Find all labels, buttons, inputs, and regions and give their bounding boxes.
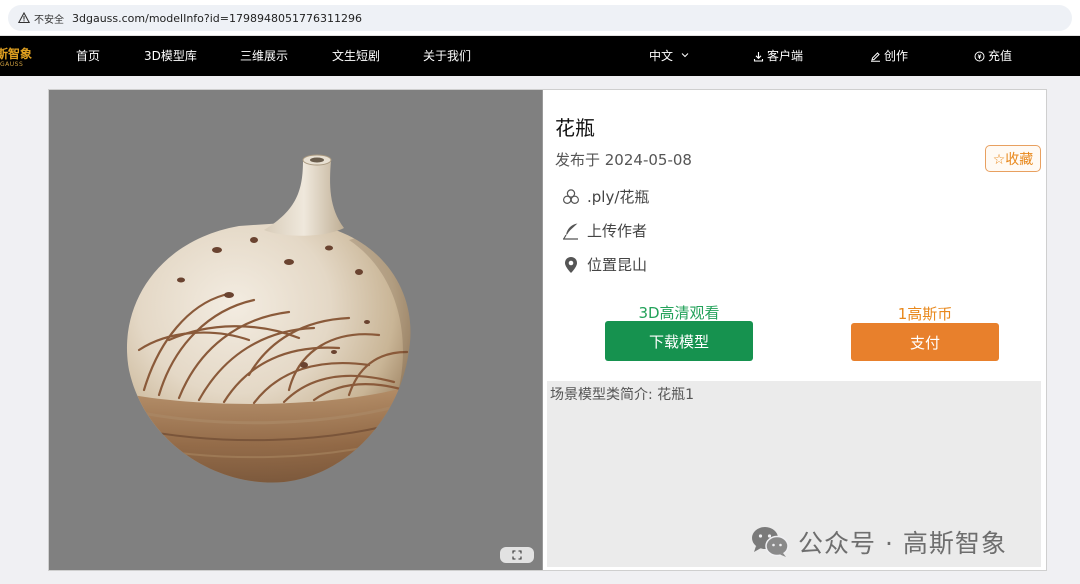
- top-nav: 斯智象 GAUSS 首页 3D模型库 三维展示 文生短剧 关于我们 中文 客户端…: [0, 36, 1080, 76]
- recharge-icon: [974, 51, 985, 62]
- language-selector[interactable]: 中文: [649, 36, 693, 76]
- nav-item-3d-display[interactable]: 三维展示: [240, 36, 288, 76]
- create-link[interactable]: 创作: [870, 36, 908, 76]
- client-label: 客户端: [767, 49, 804, 63]
- location-row: 位置昆山: [561, 254, 647, 275]
- favorite-button[interactable]: ☆收藏: [985, 145, 1041, 172]
- format-icon: [561, 187, 581, 207]
- site-logo[interactable]: 斯智象 GAUSS: [0, 41, 34, 71]
- model-3d-viewer[interactable]: [49, 90, 542, 570]
- author-row: 上传作者: [561, 220, 647, 241]
- pencil-icon: [871, 52, 880, 62]
- logo-text-en: GAUSS: [0, 61, 24, 68]
- format-row: .ply/花瓶: [561, 186, 649, 207]
- pay-button[interactable]: 支付: [851, 323, 999, 361]
- fullscreen-button[interactable]: [500, 547, 534, 563]
- location-pin-icon: [561, 255, 581, 275]
- feather-pen-icon: [561, 221, 581, 241]
- author-text: 上传作者: [587, 222, 648, 240]
- hd-view-link[interactable]: 3D高清观看: [605, 302, 753, 323]
- security-label[interactable]: 不安全: [34, 11, 64, 26]
- model-title: 花瓶: [555, 116, 595, 140]
- format-text: .ply/花瓶: [587, 188, 650, 206]
- nav-item-short-drama[interactable]: 文生短剧: [332, 36, 380, 76]
- chevron-down-icon: [681, 53, 689, 58]
- url-text[interactable]: 3dgauss.com/modelInfo?id=179894805177631…: [72, 12, 362, 25]
- recharge-link[interactable]: 充值: [974, 36, 1012, 76]
- fullscreen-icon: [512, 550, 522, 560]
- nav-item-home[interactable]: 首页: [76, 36, 100, 76]
- download-icon: [753, 52, 764, 62]
- nav-item-about[interactable]: 关于我们: [423, 36, 471, 76]
- client-download-link[interactable]: 客户端: [753, 36, 803, 76]
- vase-model-render: [126, 154, 411, 483]
- nav-item-model-library[interactable]: 3D模型库: [144, 36, 197, 76]
- model-info: 花瓶 发布于 2024-05-08 ☆收藏 .ply/花瓶 上传作者 位置昆山 …: [542, 90, 1046, 570]
- url-bar[interactable]: 不安全 3dgauss.com/modelInfo?id=17989480517…: [8, 5, 1072, 31]
- watermark-text: 公众号 · 高斯智象: [798, 529, 1007, 558]
- wechat-watermark: 公众号 · 高斯智象: [750, 522, 1007, 562]
- publish-date: 发布于 2024-05-08: [555, 151, 692, 169]
- price-label: 1高斯币: [897, 305, 953, 323]
- logo-text-cn: 斯智象: [0, 47, 33, 61]
- browser-address-bar: 不安全 3dgauss.com/modelInfo?id=17989480517…: [0, 0, 1080, 36]
- model-detail-panel: 花瓶 发布于 2024-05-08 ☆收藏 .ply/花瓶 上传作者 位置昆山 …: [48, 89, 1047, 571]
- language-label: 中文: [649, 49, 674, 63]
- warning-icon: [18, 12, 30, 24]
- location-text: 位置昆山: [587, 256, 648, 274]
- download-model-button[interactable]: 下载模型: [605, 321, 753, 361]
- recharge-label: 充值: [988, 49, 1013, 63]
- create-label: 创作: [884, 49, 909, 63]
- wechat-icon: [752, 527, 789, 557]
